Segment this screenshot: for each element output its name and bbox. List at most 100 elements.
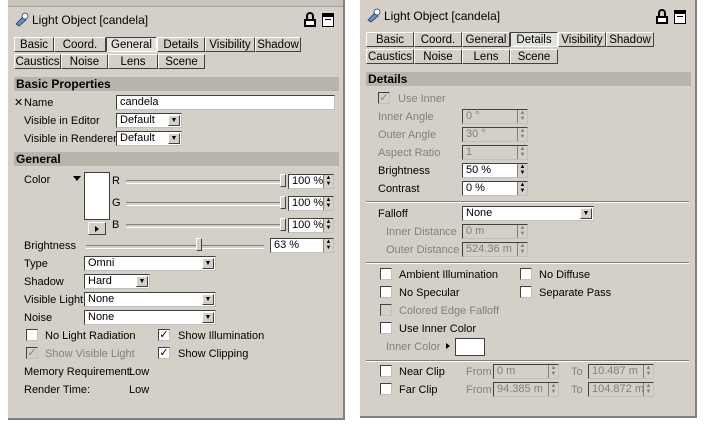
shadow-select[interactable]: Hard ▼	[84, 274, 150, 289]
spinner-arrows-icon[interactable]: ▲ ▼	[323, 197, 333, 210]
spinner-arrows-icon: ▲ ▼	[517, 128, 527, 141]
tab-visibility[interactable]: Visibility	[205, 37, 255, 52]
checkmark-icon: ✓	[27, 347, 37, 359]
no-light-radiation-checkbox[interactable]	[26, 329, 38, 341]
tab-scene[interactable]: Scene	[510, 49, 558, 64]
spinner-arrows-icon[interactable]: ▲ ▼	[517, 182, 527, 195]
near-clip-checkbox[interactable]	[380, 365, 392, 377]
tab-coord[interactable]: Coord.	[414, 32, 462, 47]
tab-caustics[interactable]: Caustics	[366, 49, 414, 64]
dropdown-arrow-icon: ▼	[202, 258, 214, 269]
tab-caustics[interactable]: Caustics	[14, 54, 61, 69]
tab-scene[interactable]: Scene	[158, 54, 205, 69]
brightness-field[interactable]: 63 % ▲ ▼	[270, 238, 334, 253]
ambient-illumination-checkbox[interactable]	[380, 268, 392, 280]
b-field[interactable]: 100 % ▲ ▼	[288, 218, 334, 233]
far-from-field: 94.385 m ▲ ▼	[493, 382, 559, 397]
tab-noise[interactable]: Noise	[61, 54, 108, 69]
tab-visibility[interactable]: Visibility	[558, 32, 606, 47]
brightness-slider[interactable]	[86, 245, 264, 249]
inner-color-label: Inner Color	[386, 341, 441, 353]
render-time-label: Render Time:	[24, 384, 91, 396]
tab-details[interactable]: Details	[510, 32, 558, 47]
g-label: G	[112, 197, 121, 209]
near-to-label: To	[571, 366, 583, 378]
type-select[interactable]: Omni ▼	[84, 256, 216, 271]
show-clipping-checkbox[interactable]: ✓	[158, 347, 170, 359]
tab-noise[interactable]: Noise	[414, 49, 462, 64]
dropdown-arrow-icon: ▼	[202, 294, 214, 305]
r-slider-thumb[interactable]	[280, 174, 286, 187]
tab-basic[interactable]: Basic	[366, 32, 414, 47]
falloff-label: Falloff	[378, 208, 408, 220]
no-specular-checkbox[interactable]	[380, 286, 392, 298]
no-diffuse-checkbox[interactable]	[520, 268, 532, 280]
tab-lens[interactable]: Lens	[462, 49, 510, 64]
b-label: B	[112, 219, 120, 231]
color-swatch[interactable]	[84, 172, 110, 220]
chevron-right-icon[interactable]	[446, 343, 450, 349]
brightness-label: Brightness	[378, 165, 430, 177]
light-object-icon	[367, 8, 381, 23]
visible-in-editor-select[interactable]: Default ▼	[116, 113, 182, 128]
tab-shadow[interactable]: Shadow	[255, 37, 301, 52]
dropdown-arrow-icon: ▼	[136, 276, 148, 287]
visible-in-renderer-select[interactable]: Default ▼	[116, 131, 182, 146]
tab-coord[interactable]: Coord.	[54, 37, 106, 52]
tab-details[interactable]: Details	[157, 37, 205, 52]
contrast-field[interactable]: 0 % ▲ ▼	[462, 181, 528, 196]
menu-bar-strip	[8, 0, 343, 7]
show-visible-light-checkbox[interactable]: ✓	[26, 347, 38, 359]
far-clip-checkbox[interactable]	[380, 383, 392, 395]
g-field[interactable]: 100 % ▲ ▼	[288, 196, 334, 211]
tab-basic[interactable]: Basic	[14, 37, 54, 52]
tab-shadow[interactable]: Shadow	[606, 32, 654, 47]
color-expand-button[interactable]	[88, 222, 106, 235]
tab-general[interactable]: General	[462, 32, 510, 47]
attributes-panel-right: Light Object [candela] Basic Coord. Gene…	[360, 0, 697, 418]
far-clip-label: Far Clip	[399, 384, 438, 396]
r-slider[interactable]	[126, 180, 284, 184]
spinner-arrows-icon[interactable]: ▲ ▼	[323, 175, 333, 188]
outer-angle-label: Outer Angle	[378, 129, 437, 141]
spinner-arrows-icon[interactable]: ▲ ▼	[323, 219, 333, 232]
far-from-label: From	[466, 384, 492, 396]
color-label: Color	[24, 174, 51, 186]
name-field[interactable]: candela	[116, 95, 335, 110]
use-inner-checkbox[interactable]: ✓	[378, 92, 390, 104]
window-icon[interactable]	[322, 13, 334, 27]
noise-select[interactable]: None ▼	[84, 310, 216, 325]
use-inner-color-checkbox[interactable]	[380, 322, 392, 334]
window-icon[interactable]	[674, 10, 686, 24]
tab-lens[interactable]: Lens	[108, 54, 158, 69]
r-field[interactable]: 100 % ▲ ▼	[288, 174, 334, 189]
shadow-label: Shadow	[24, 276, 64, 288]
falloff-select[interactable]: None ▼	[462, 206, 594, 221]
no-specular-label: No Specular	[399, 287, 460, 299]
separate-pass-label: Separate Pass	[539, 287, 612, 299]
lock-icon[interactable]	[656, 9, 670, 25]
b-slider-thumb[interactable]	[280, 218, 286, 231]
b-slider[interactable]	[126, 224, 284, 228]
show-illumination-checkbox[interactable]: ✓	[158, 329, 170, 341]
inner-color-swatch[interactable]	[455, 338, 485, 356]
near-clip-label: Near Clip	[399, 366, 445, 378]
lock-icon[interactable]	[304, 12, 318, 28]
memory-requirement-value: Low	[129, 366, 150, 378]
chevron-down-icon[interactable]	[73, 176, 81, 181]
brightness-field[interactable]: 50 % ▲ ▼	[462, 163, 528, 178]
g-slider-thumb[interactable]	[280, 196, 286, 209]
spinner-arrows-icon[interactable]: ▲ ▼	[323, 239, 333, 252]
spinner-arrows-icon: ▲ ▼	[548, 383, 558, 396]
visible-light-select[interactable]: None ▼	[84, 292, 216, 307]
separate-pass-checkbox[interactable]	[520, 286, 532, 298]
g-slider[interactable]	[126, 202, 284, 206]
brightness-slider-thumb[interactable]	[195, 238, 202, 251]
outer-distance-field: 524.36 m ▲ ▼	[462, 242, 528, 257]
tab-general[interactable]: General	[106, 37, 157, 52]
divider	[366, 262, 689, 264]
spinner-arrows-icon[interactable]: ▲ ▼	[517, 164, 527, 177]
near-to-field: 10.487 m ▲ ▼	[588, 364, 654, 379]
checkmark-icon: ✓	[159, 347, 169, 359]
colored-edge-falloff-checkbox[interactable]	[380, 304, 392, 316]
